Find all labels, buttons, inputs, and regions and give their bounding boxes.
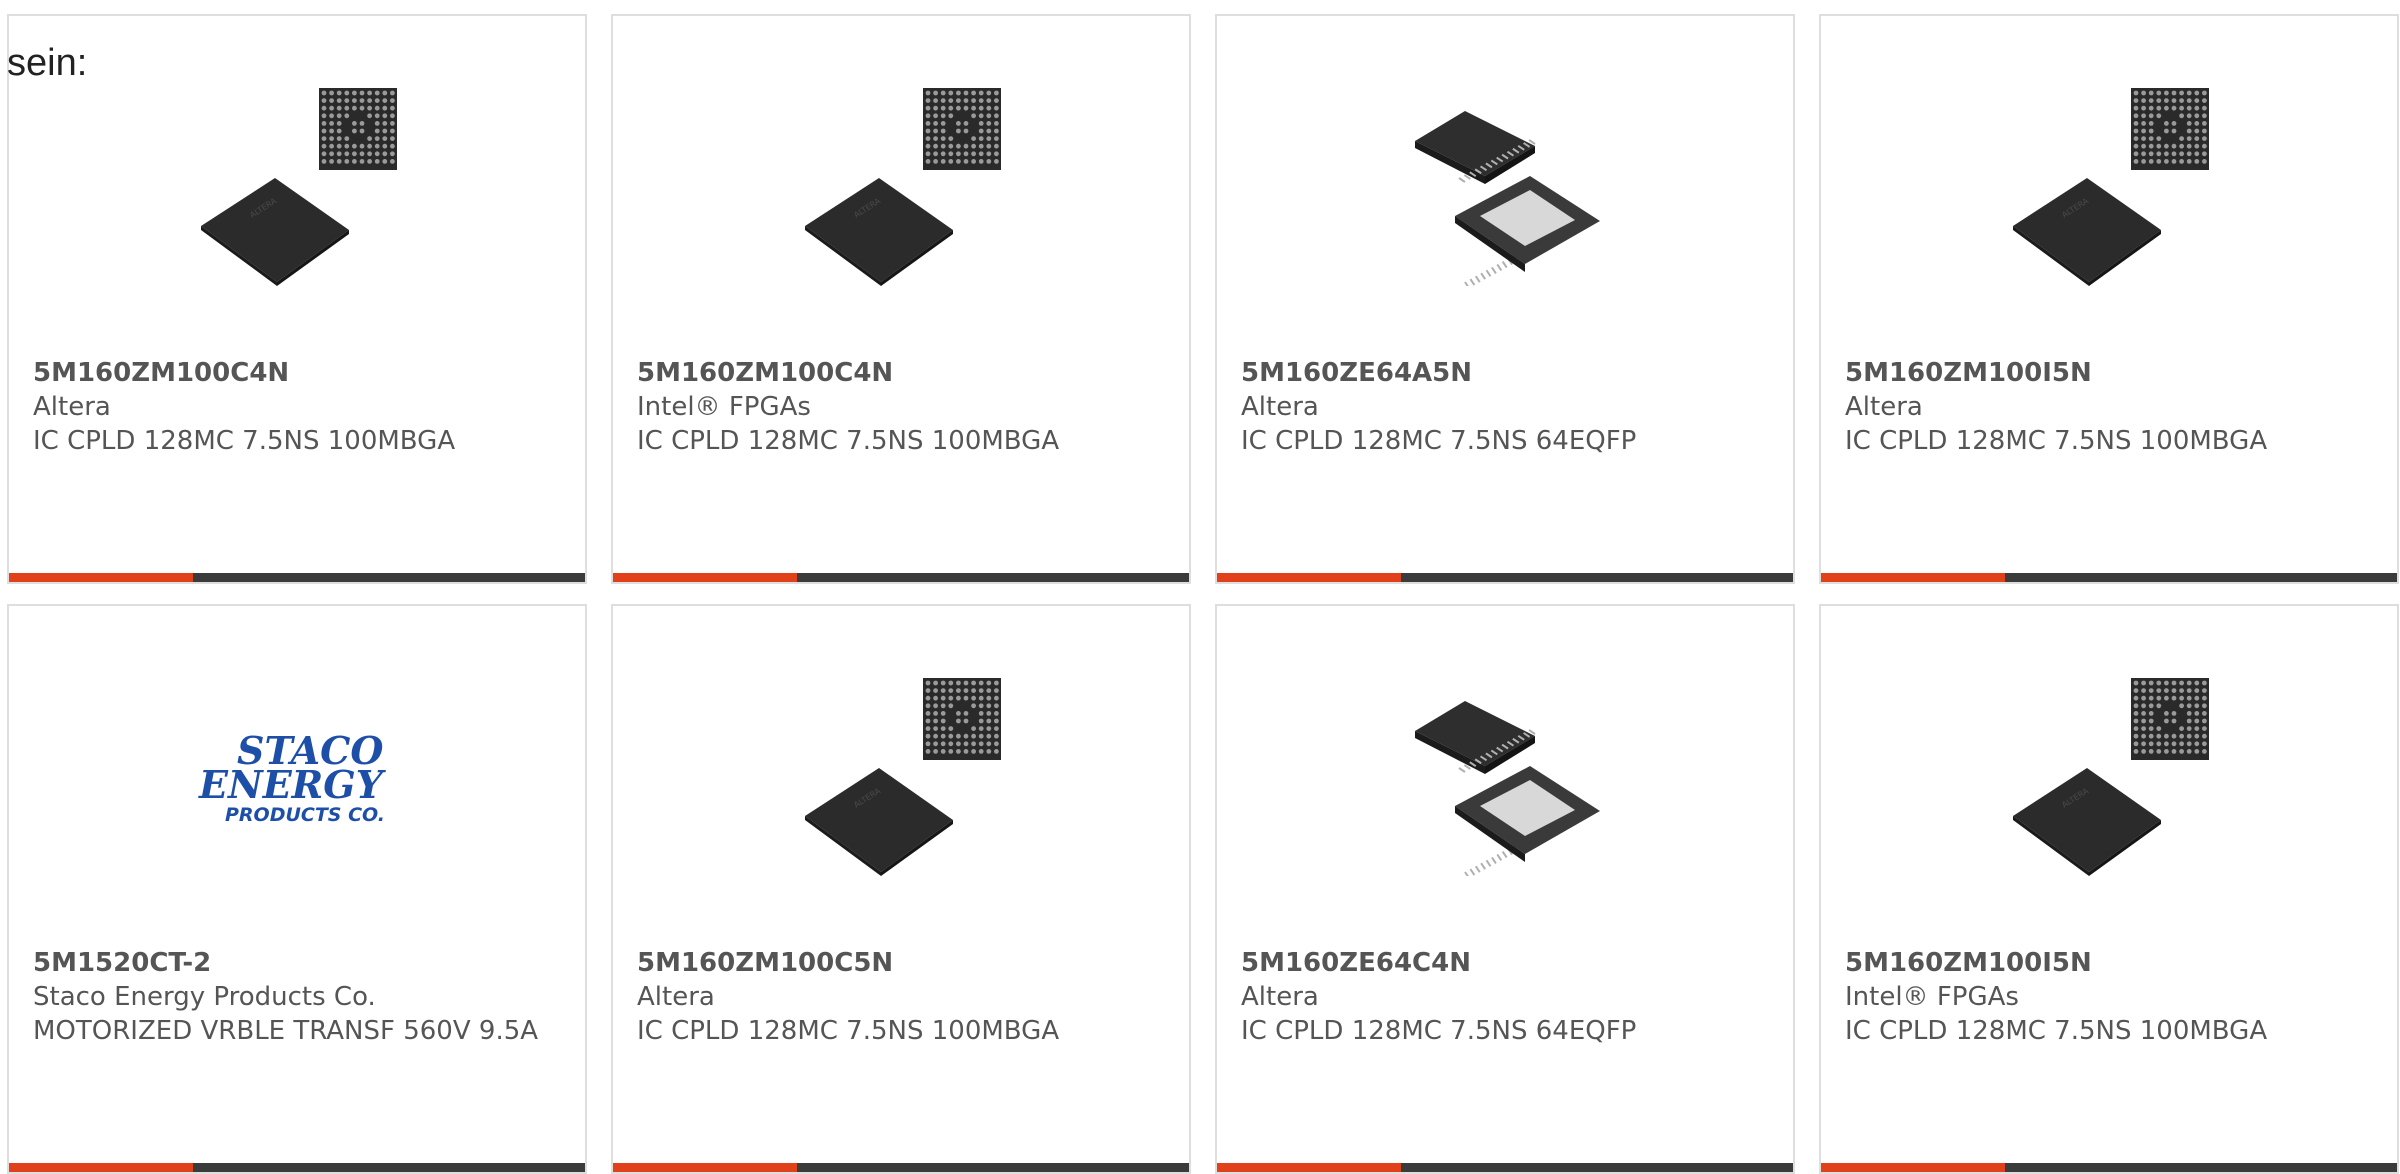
qfp-chip-icon	[1415, 111, 1600, 286]
description: IC CPLD 128MC 7.5NS 100MBGA	[637, 1016, 1060, 1046]
description: IC CPLD 128MC 7.5NS 64EQFP	[1241, 426, 1637, 456]
product-info: 5M1520CT-2 Staco Energy Products Co. MOT…	[33, 946, 561, 1048]
staco-logo-icon: STACO ENERGY PRODUCTS CO.	[198, 728, 387, 826]
manufacturer: Altera	[1241, 982, 1319, 1012]
part-number: 5M160ZM100I5N	[1845, 358, 2092, 388]
product-info: 5M160ZM100I5N Altera IC CPLD 128MC 7.5NS…	[1845, 356, 2373, 458]
progress-fill	[1821, 1163, 2006, 1172]
product-card[interactable]: ALTERA 5M160ZM100C4N Altera IC CPLD 128M…	[7, 14, 587, 584]
part-number: 5M1520CT-2	[33, 948, 212, 978]
progress-bar	[9, 1163, 585, 1172]
product-image: ALTERA	[801, 86, 1001, 286]
manufacturer: Intel® FPGAs	[637, 392, 811, 422]
product-image: ALTERA	[197, 86, 397, 286]
bga-chip-icon: ALTERA	[2013, 678, 2209, 876]
bga-chip-icon: ALTERA	[2013, 88, 2209, 286]
progress-fill	[1821, 573, 2006, 582]
product-grid: ALTERA 5M160ZM100C4N Altera IC CPLD 128M…	[7, 14, 2400, 1174]
product-info: 5M160ZM100C4N Altera IC CPLD 128MC 7.5NS…	[33, 356, 561, 458]
part-number: 5M160ZE64A5N	[1241, 358, 1473, 388]
progress-fill	[1217, 573, 1402, 582]
product-card[interactable]: 5M160ZE64C4N Altera IC CPLD 128MC 7.5NS …	[1215, 604, 1795, 1174]
progress-bar	[613, 1163, 1189, 1172]
manufacturer: Altera	[1845, 392, 1923, 422]
part-number: 5M160ZM100I5N	[1845, 948, 2092, 978]
bga-chip-icon: ALTERA	[805, 678, 1001, 876]
part-number: 5M160ZM100C4N	[637, 358, 894, 388]
leading-text: sein:	[7, 42, 88, 84]
product-card[interactable]: ALTERA 5M160ZM100C4N Intel® FPGAs IC CPL…	[611, 14, 1191, 584]
bga-chip-icon: ALTERA	[805, 88, 1001, 286]
manufacturer: Altera	[637, 982, 715, 1012]
progress-bar	[1821, 1163, 2397, 1172]
description: IC CPLD 128MC 7.5NS 100MBGA	[637, 426, 1060, 456]
manufacturer: Altera	[1241, 392, 1319, 422]
part-number: 5M160ZM100C5N	[637, 948, 894, 978]
product-card[interactable]: ALTERA 5M160ZM100C5N Altera IC CPLD 128M…	[611, 604, 1191, 1174]
progress-fill	[1217, 1163, 1402, 1172]
logo-line: PRODUCTS CO.	[225, 804, 385, 826]
product-card[interactable]: ALTERA 5M160ZM100I5N Altera IC CPLD 128M…	[1819, 14, 2399, 584]
progress-fill	[9, 573, 194, 582]
qfp-chip-icon	[1415, 701, 1600, 876]
manufacturer: Intel® FPGAs	[1845, 982, 2019, 1012]
progress-fill	[613, 573, 798, 582]
product-card[interactable]: 5M160ZE64A5N Altera IC CPLD 128MC 7.5NS …	[1215, 14, 1795, 584]
description: IC CPLD 128MC 7.5NS 100MBGA	[33, 426, 456, 456]
part-number: 5M160ZM100C4N	[33, 358, 290, 388]
description: MOTORIZED VRBLE TRANSF 560V 9.5A	[33, 1016, 539, 1046]
product-image: ALTERA	[2009, 676, 2209, 876]
product-card[interactable]: ALTERA 5M160ZM100I5N Intel® FPGAs IC CPL…	[1819, 604, 2399, 1174]
description: IC CPLD 128MC 7.5NS 100MBGA	[1845, 426, 2268, 456]
product-info: 5M160ZM100C4N Intel® FPGAs IC CPLD 128MC…	[637, 356, 1165, 458]
product-image: ALTERA	[2009, 86, 2209, 286]
product-info: 5M160ZM100C5N Altera IC CPLD 128MC 7.5NS…	[637, 946, 1165, 1048]
progress-bar	[9, 573, 585, 582]
logo-line: ENERGY	[198, 762, 387, 807]
product-image	[1405, 676, 1605, 876]
progress-bar	[1217, 573, 1793, 582]
product-info: 5M160ZM100I5N Intel® FPGAs IC CPLD 128MC…	[1845, 946, 2373, 1048]
progress-bar	[1821, 573, 2397, 582]
product-image: ALTERA	[801, 676, 1001, 876]
part-number: 5M160ZE64C4N	[1241, 948, 1471, 978]
manufacturer: Altera	[33, 392, 111, 422]
product-image: STACO ENERGY PRODUCTS CO.	[197, 676, 397, 876]
product-info: 5M160ZE64A5N Altera IC CPLD 128MC 7.5NS …	[1241, 356, 1769, 458]
description: IC CPLD 128MC 7.5NS 100MBGA	[1845, 1016, 2268, 1046]
progress-bar	[1217, 1163, 1793, 1172]
product-card[interactable]: STACO ENERGY PRODUCTS CO. 5M1520CT-2 Sta…	[7, 604, 587, 1174]
manufacturer: Staco Energy Products Co.	[33, 982, 376, 1012]
bga-chip-icon: ALTERA	[201, 88, 397, 286]
progress-fill	[613, 1163, 798, 1172]
product-image	[1405, 86, 1605, 286]
progress-fill	[9, 1163, 194, 1172]
product-info: 5M160ZE64C4N Altera IC CPLD 128MC 7.5NS …	[1241, 946, 1769, 1048]
progress-bar	[613, 573, 1189, 582]
description: IC CPLD 128MC 7.5NS 64EQFP	[1241, 1016, 1637, 1046]
